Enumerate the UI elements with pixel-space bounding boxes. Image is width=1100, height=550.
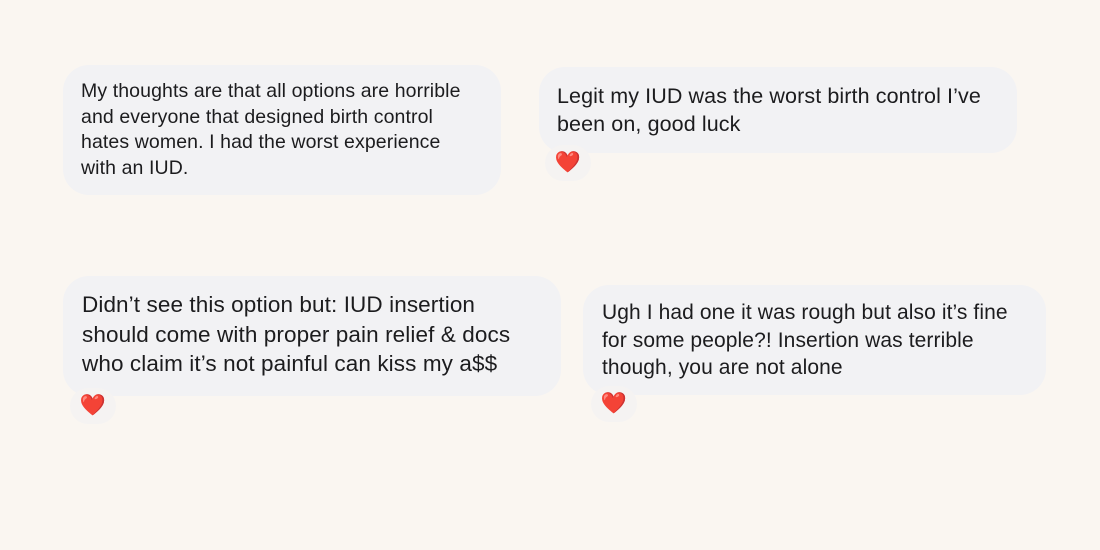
message-bubble-1[interactable]: My thoughts are that all options are hor… [63,65,501,195]
message-bubble-3[interactable]: Didn’t see this option but: IUD insertio… [63,276,561,396]
message-text: Legit my IUD was the worst birth control… [557,84,981,136]
message-text: My thoughts are that all options are hor… [81,80,461,179]
heart-reaction[interactable]: ❤️ [70,388,116,424]
heart-reaction[interactable]: ❤️ [545,145,591,181]
message-text: Ugh I had one it was rough but also it’s… [602,301,1008,379]
red-heart-icon: ❤️ [600,391,628,415]
red-heart-icon: ❤️ [554,150,582,174]
message-bubble-2[interactable]: Legit my IUD was the worst birth control… [539,67,1017,153]
heart-reaction[interactable]: ❤️ [591,386,637,422]
message-bubble-4[interactable]: Ugh I had one it was rough but also it’s… [583,285,1046,395]
red-heart-icon: ❤️ [79,393,107,417]
message-text: Didn’t see this option but: IUD insertio… [82,292,511,376]
